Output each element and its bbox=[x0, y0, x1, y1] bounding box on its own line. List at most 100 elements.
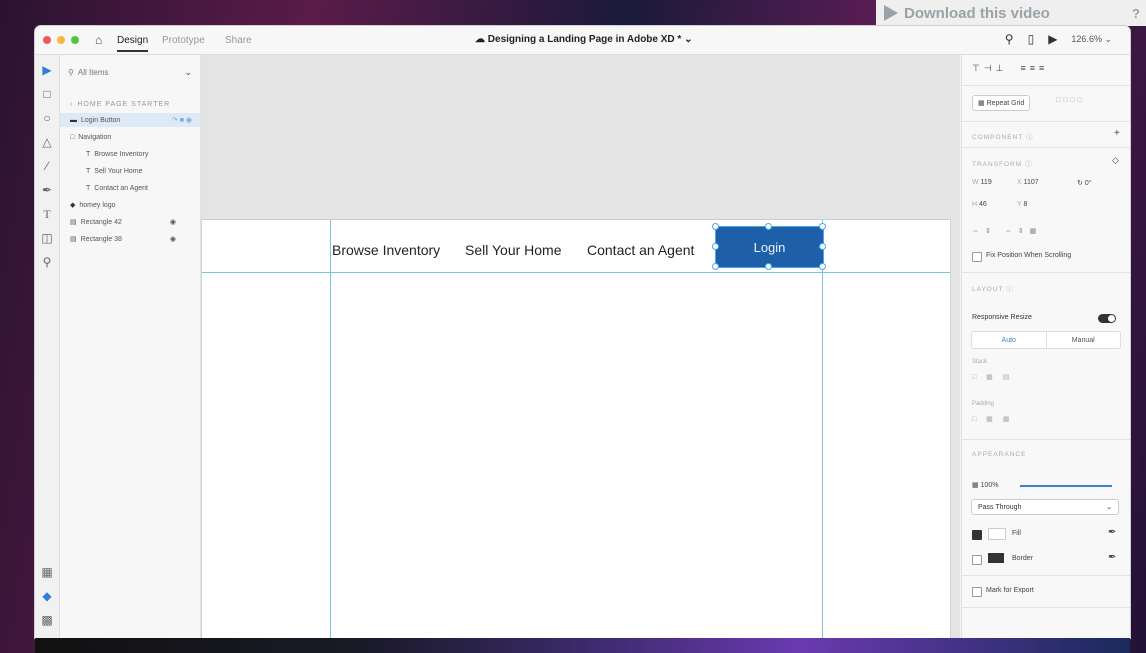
layer-rectangle-42[interactable]: ▤ Rectangle 42 ◉ bbox=[60, 215, 200, 229]
y-field[interactable]: Y 8 bbox=[1017, 201, 1027, 208]
zoom-select[interactable]: 126.6% ⌄ bbox=[1071, 34, 1112, 45]
triangle-tool-icon[interactable]: △ bbox=[41, 135, 53, 149]
ellipse-tool-icon[interactable]: ○ bbox=[41, 111, 53, 125]
cloud-icon: ☁ bbox=[475, 34, 485, 45]
layers-icon[interactable]: ◆ bbox=[41, 589, 53, 603]
height-field[interactable]: H 46 bbox=[972, 201, 987, 208]
padding-label: Padding bbox=[972, 401, 995, 407]
artboard[interactable]: Browse Inventory Sell Your Home Contact … bbox=[201, 219, 951, 638]
x-field[interactable]: X 1107 bbox=[1017, 179, 1039, 186]
artboard-tool-icon[interactable]: ◫ bbox=[41, 231, 53, 245]
resize-handle[interactable] bbox=[819, 243, 826, 250]
layer-label: Navigation bbox=[78, 133, 112, 141]
maximize-window-button[interactable] bbox=[71, 36, 79, 44]
auto-option[interactable]: Auto bbox=[972, 332, 1046, 348]
plugins-icon[interactable]: ▩ bbox=[41, 613, 53, 627]
document-title-label: Designing a Landing Page in Adobe XD * ⌄ bbox=[487, 34, 693, 45]
align-icons[interactable]: ⊤⊣⊥ ≡≡≡ bbox=[972, 63, 1048, 74]
eyedropper-icon[interactable]: ✒ bbox=[1108, 527, 1116, 538]
assets-icon[interactable]: ▦ bbox=[41, 565, 53, 579]
responsive-resize-toggle[interactable] bbox=[1098, 314, 1116, 323]
minimize-window-button[interactable] bbox=[57, 36, 65, 44]
rotation-field[interactable]: ↻ 0° bbox=[1077, 179, 1092, 187]
manual-option[interactable]: Manual bbox=[1045, 332, 1121, 348]
text-tool-icon[interactable]: T bbox=[41, 207, 53, 222]
resize-handle[interactable] bbox=[712, 243, 719, 250]
opacity-slider[interactable] bbox=[1020, 485, 1112, 487]
layer-navigation[interactable]: □ Navigation bbox=[60, 130, 200, 144]
blend-mode-select[interactable]: Pass Through ⌄ bbox=[971, 499, 1119, 515]
layer-label: Login Button bbox=[81, 116, 121, 124]
fix-position-checkbox[interactable] bbox=[972, 252, 982, 262]
home-icon[interactable]: ⌂ bbox=[95, 33, 102, 47]
boolean-ops-icons[interactable]: □□□□ bbox=[1056, 97, 1085, 104]
property-inspector: ⊤⊣⊥ ≡≡≡ ▦ Repeat Grid □□□□ COMPONENT ⓘ +… bbox=[961, 55, 1130, 638]
play-preview-icon[interactable]: ▶ bbox=[1048, 32, 1057, 46]
text-layer-icon: T bbox=[86, 150, 91, 158]
text-layer-icon: T bbox=[86, 184, 91, 192]
opacity-icon: ▦ bbox=[972, 482, 979, 489]
nav-link-sell-your-home[interactable]: Sell Your Home bbox=[465, 242, 562, 258]
add-component-icon[interactable]: + bbox=[1114, 128, 1120, 139]
layer-login-button[interactable]: ▬ Login Button ↷ ■ ◉ bbox=[60, 113, 200, 127]
layer-browse-inventory[interactable]: T Browse Inventory bbox=[60, 147, 200, 161]
mark-for-export-checkbox[interactable] bbox=[972, 587, 982, 597]
padding-options-icons[interactable]: □ ▦ ▦ bbox=[972, 415, 1013, 423]
line-tool-icon[interactable]: ∕ bbox=[41, 159, 53, 173]
grid-icon: ▦ bbox=[978, 100, 985, 107]
folder-icon: ▬ bbox=[70, 116, 77, 124]
chevron-down-icon[interactable]: ⌄ bbox=[184, 67, 192, 78]
canvas[interactable]: Browse Inventory Sell Your Home Contact … bbox=[201, 55, 960, 638]
layer-homey-logo[interactable]: ◆ homey logo bbox=[60, 198, 200, 212]
tab-share[interactable]: Share bbox=[225, 35, 252, 46]
resize-handle[interactable] bbox=[765, 263, 772, 270]
layer-rectangle-38[interactable]: ▤ Rectangle 38 ◉ bbox=[60, 232, 200, 246]
layers-breadcrumb[interactable]: ‹ HOME PAGE STARTER bbox=[60, 97, 200, 111]
login-button[interactable]: Login bbox=[715, 226, 824, 268]
nav-link-browse-inventory[interactable]: Browse Inventory bbox=[332, 242, 440, 258]
layer-actions-icon[interactable]: ↷ ■ ◉ bbox=[172, 116, 192, 124]
tab-design[interactable]: Design bbox=[117, 35, 149, 52]
help-icon[interactable]: ? bbox=[1132, 6, 1140, 21]
repeat-grid-button[interactable]: ▦ Repeat Grid bbox=[972, 95, 1031, 111]
titlebar: ⌂ Design Prototype Share ☁ Designing a L… bbox=[35, 26, 1130, 55]
document-title[interactable]: ☁ Designing a Landing Page in Adobe XD *… bbox=[475, 34, 692, 45]
lock-icon[interactable]: ◉ bbox=[170, 235, 176, 243]
search-input[interactable]: All Items bbox=[78, 68, 109, 77]
resize-handle[interactable] bbox=[712, 263, 719, 270]
border-swatch[interactable] bbox=[988, 553, 1004, 563]
layer-contact-an-agent[interactable]: T Contact an Agent bbox=[60, 181, 200, 195]
resize-handle[interactable] bbox=[765, 223, 772, 230]
opacity-field[interactable]: ▦ 100% bbox=[972, 481, 998, 489]
divider bbox=[962, 85, 1130, 86]
pen-tool-icon[interactable]: ✒ bbox=[41, 183, 53, 197]
stack-options-icons[interactable]: □ ▦ ▤ bbox=[972, 373, 1013, 381]
zoom-tool-icon[interactable]: ⚲ bbox=[41, 255, 53, 269]
fill-checkbox[interactable] bbox=[972, 530, 982, 540]
resize-handle[interactable] bbox=[712, 223, 719, 230]
layer-sell-your-home[interactable]: T Sell Your Home bbox=[60, 164, 200, 178]
account-icon[interactable]: ⚲ bbox=[1005, 32, 1014, 46]
fill-swatch[interactable] bbox=[988, 528, 1006, 540]
lock-icon[interactable]: ◉ bbox=[170, 218, 176, 226]
flip-icons[interactable]: ⇔⇕ ⇔⇕▦ bbox=[972, 227, 1042, 235]
border-checkbox[interactable] bbox=[972, 555, 982, 565]
tools-toolbar: ▶ □ ○ △ ∕ ✒ T ◫ ⚲ ▦ ◆ ▩ bbox=[35, 55, 60, 638]
resize-handle[interactable] bbox=[819, 263, 826, 270]
fix-position-label: Fix Position When Scrolling bbox=[986, 252, 1072, 259]
download-video-banner[interactable]: Download this video ? bbox=[876, 0, 1146, 26]
resize-handle[interactable] bbox=[819, 223, 826, 230]
width-field[interactable]: W 119 bbox=[972, 179, 992, 186]
rectangle-tool-icon[interactable]: □ bbox=[41, 87, 53, 101]
eyedropper-icon[interactable]: ✒ bbox=[1108, 552, 1116, 563]
3d-transform-icon[interactable]: ◇ bbox=[1112, 155, 1119, 166]
blend-mode-value: Pass Through bbox=[978, 503, 1022, 511]
window-controls bbox=[43, 36, 79, 44]
nav-link-contact-an-agent[interactable]: Contact an Agent bbox=[587, 242, 694, 258]
layer-label: homey logo bbox=[79, 201, 116, 209]
select-tool-icon[interactable]: ▶ bbox=[41, 63, 53, 77]
layers-search[interactable]: ⚲ All Items ⌄ bbox=[68, 65, 192, 79]
tab-prototype[interactable]: Prototype bbox=[162, 35, 205, 46]
close-window-button[interactable] bbox=[43, 36, 51, 44]
device-preview-icon[interactable]: ▯ bbox=[1028, 32, 1035, 46]
